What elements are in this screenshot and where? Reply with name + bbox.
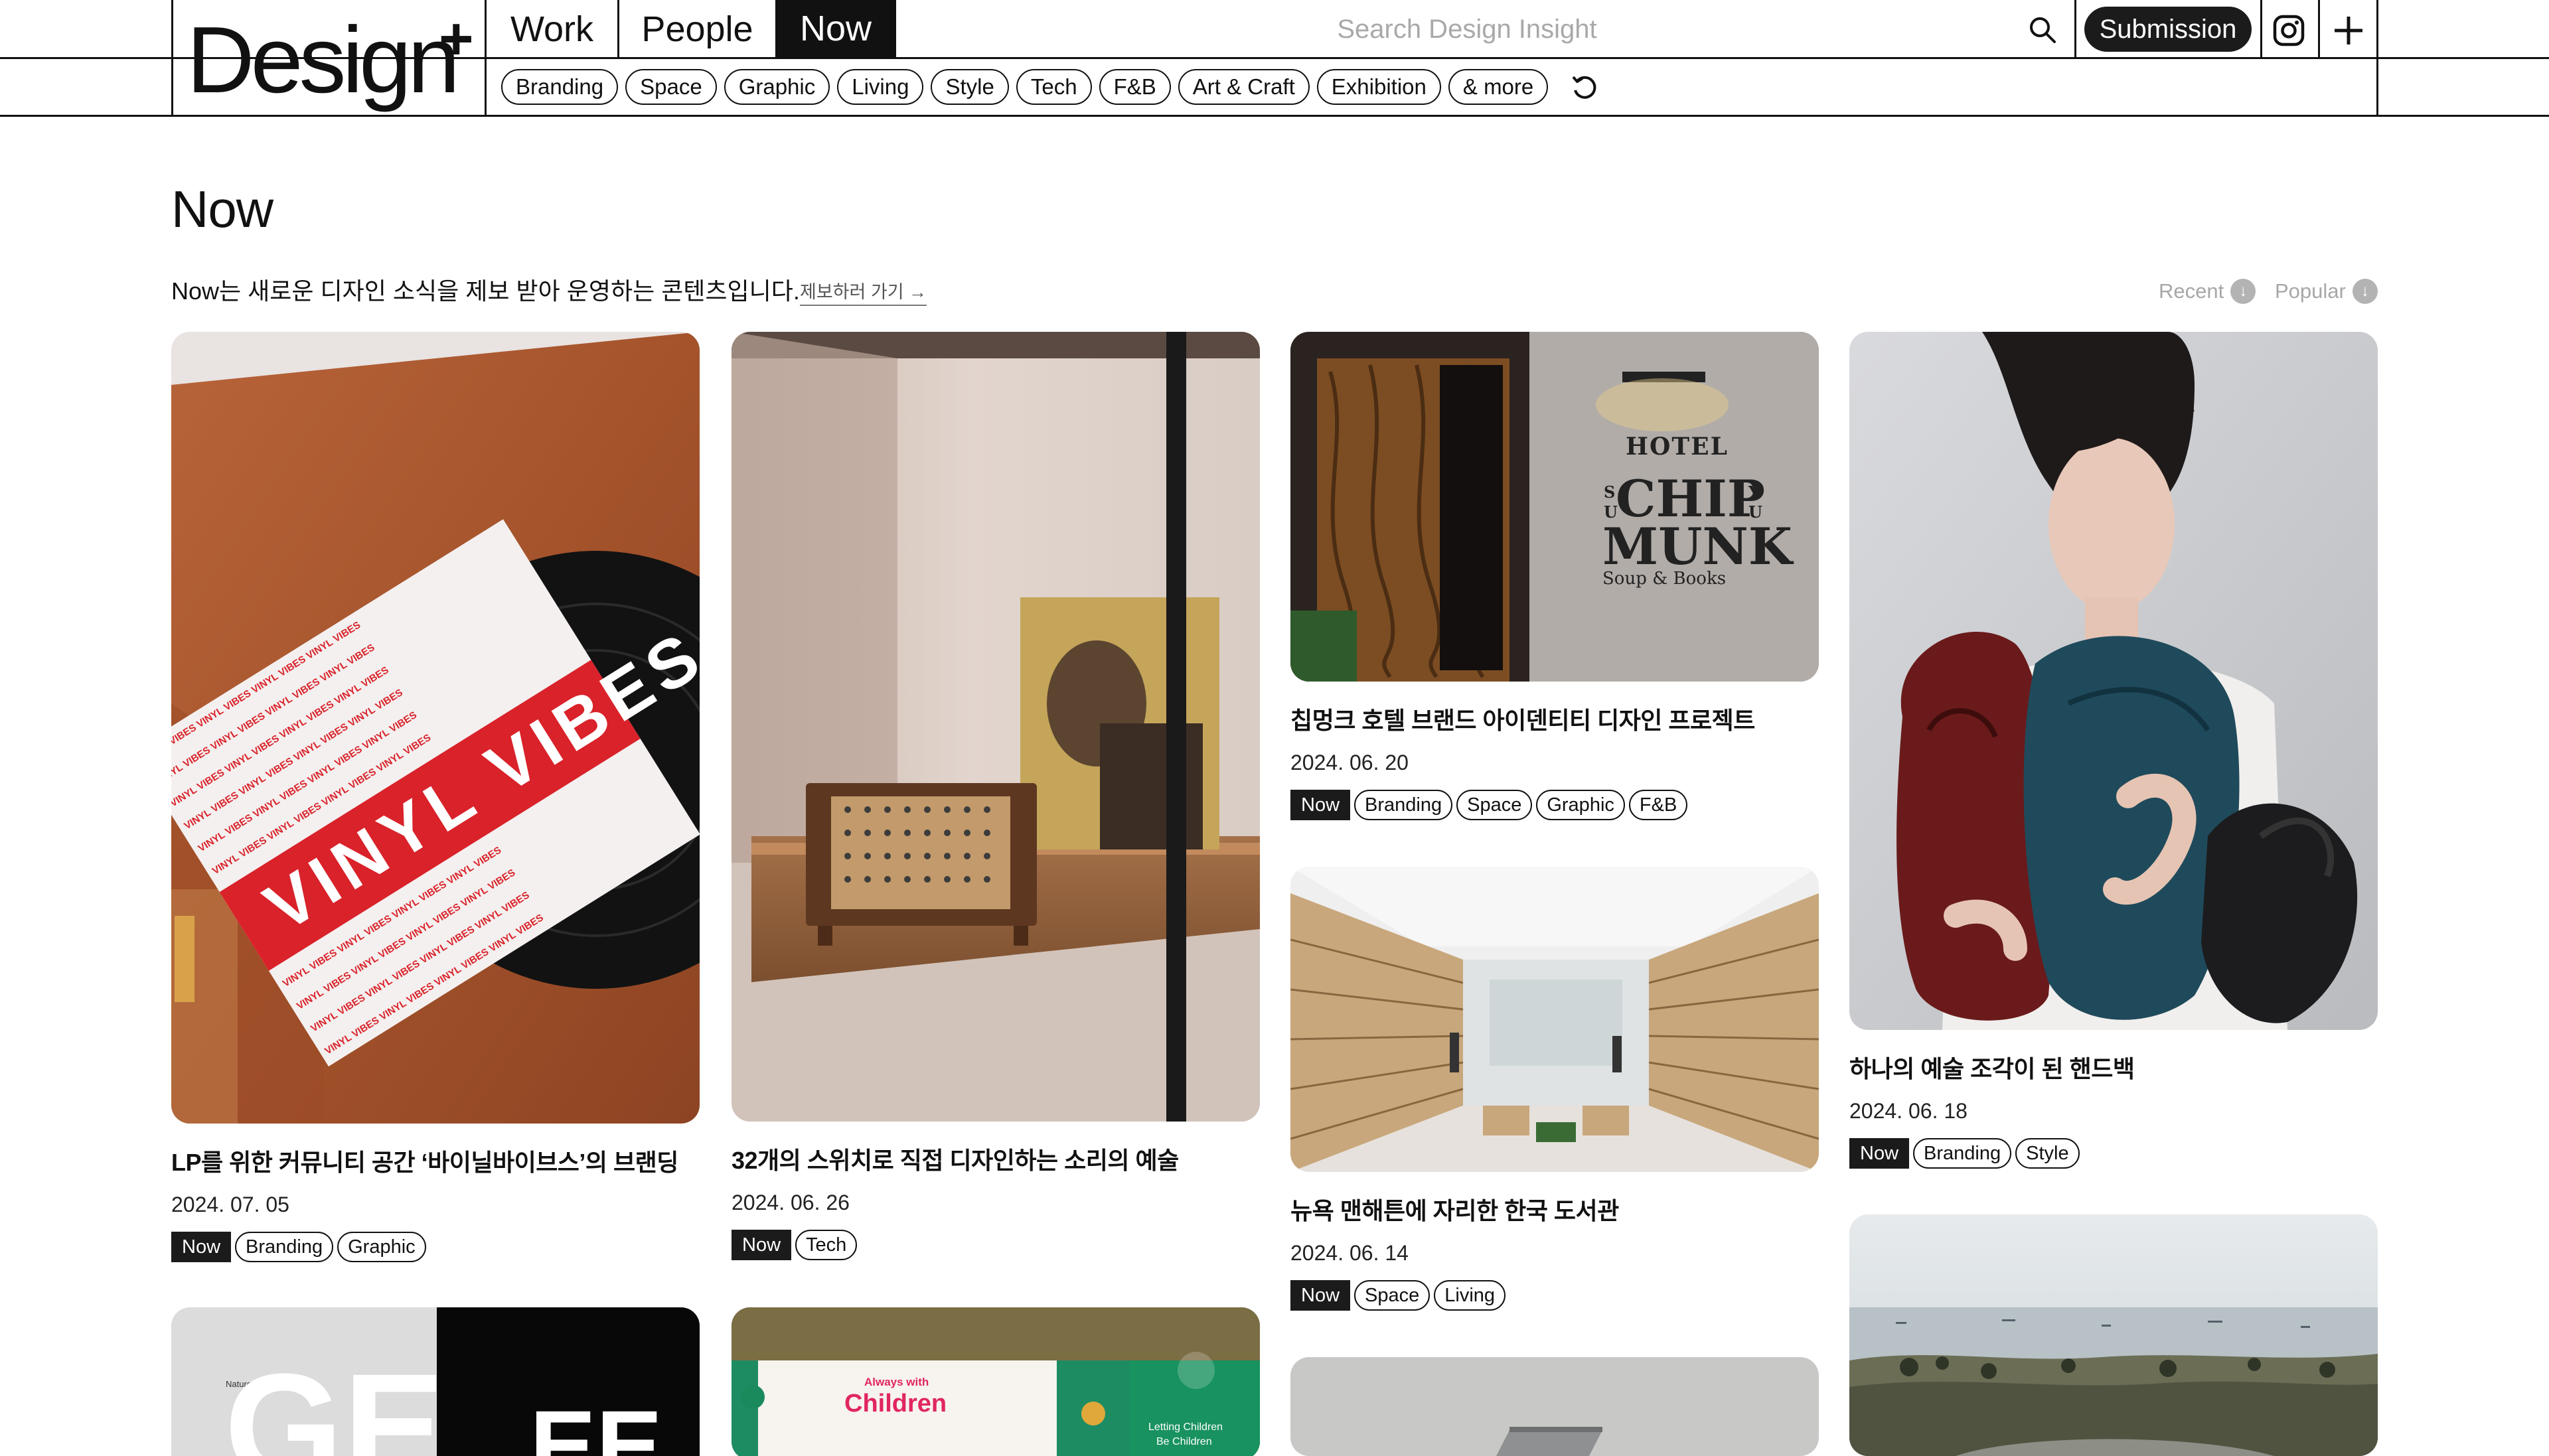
- nav-tab-people[interactable]: People: [619, 0, 775, 58]
- site-logo[interactable]: Design +: [183, 9, 475, 109]
- sort-recent[interactable]: Recent ↓: [2159, 279, 2256, 304]
- category-chip-exhibition[interactable]: Exhibition: [1316, 69, 1441, 105]
- submission-button[interactable]: Submission: [2084, 7, 2252, 52]
- article-tags: Now Tech: [732, 1230, 1260, 1260]
- article-title[interactable]: LP를 위한 커뮤니티 공간 ‘바이닐바이브스’의 브랜딩: [171, 1143, 700, 1178]
- article-card: Always with Children Letting Children Be…: [732, 1307, 1260, 1456]
- logo-plus: +: [439, 6, 474, 72]
- article-card: [1849, 1214, 2378, 1456]
- search-icon[interactable]: [2026, 13, 2059, 46]
- article-card: Nature field Urban field GE EE: [171, 1307, 700, 1456]
- tag-branding[interactable]: Branding: [1354, 790, 1453, 820]
- category-chip-fnb[interactable]: F&B: [1099, 69, 1171, 105]
- article-title[interactable]: 32개의 스위치로 직접 디자인하는 소리의 예술: [732, 1141, 1260, 1176]
- category-chip-graphic[interactable]: Graphic: [724, 69, 830, 105]
- plus-icon[interactable]: [2330, 12, 2367, 49]
- tag-graphic[interactable]: Graphic: [337, 1232, 426, 1262]
- logo-wordmark: Design: [187, 7, 460, 113]
- article-date: 2024. 06. 26: [732, 1191, 850, 1214]
- always-with-text: Always with: [864, 1376, 929, 1388]
- tag-tech[interactable]: Tech: [795, 1230, 858, 1260]
- article-title[interactable]: 칩멍크 호텔 브랜드 아이덴티티 디자인 프로젝트: [1290, 701, 1819, 736]
- sort-popular-label: Popular: [2275, 279, 2346, 303]
- article-card: [1290, 1357, 1819, 1456]
- tag-now[interactable]: Now: [732, 1230, 792, 1260]
- sort-recent-label: Recent: [2159, 279, 2224, 303]
- article-image-children[interactable]: Always with Children Letting Children Be…: [732, 1307, 1260, 1456]
- article-date: 2024. 06. 20: [1290, 751, 1409, 774]
- arrow-down-icon: ↓: [2230, 279, 2256, 304]
- tag-space[interactable]: Space: [1354, 1280, 1430, 1311]
- header-divider-bottom: [0, 115, 2549, 117]
- category-chip-tech[interactable]: Tech: [1016, 69, 1092, 105]
- sort-popular[interactable]: Popular ↓: [2275, 279, 2378, 304]
- graphic-letters-right: EE: [530, 1390, 662, 1456]
- article-image-object[interactable]: [1290, 1357, 1819, 1456]
- article-image-coast[interactable]: [1849, 1214, 2378, 1456]
- tag-fnb[interactable]: F&B: [1628, 790, 1688, 820]
- children-text: Children: [844, 1390, 947, 1418]
- tag-now[interactable]: Now: [1290, 790, 1351, 820]
- article-card: VINYL VIBES VINYL VIBES VINYL VIBES VINY…: [171, 332, 700, 1262]
- article-tags: Now Branding Graphic: [171, 1232, 700, 1262]
- graphic-letters-left: GE: [224, 1342, 445, 1456]
- article-title[interactable]: 뉴욕 맨해튼에 자리한 한국 도서관: [1290, 1192, 1819, 1226]
- tag-now[interactable]: Now: [1849, 1138, 1910, 1169]
- article-image-graphic[interactable]: Nature field Urban field GE EE: [171, 1307, 700, 1456]
- hotel-sign-munk: MUNK: [1602, 517, 1794, 576]
- article-image-hotel[interactable]: HOTEL S U CHIP Y U MUNK Soup & Books: [1290, 332, 1819, 682]
- hotel-sign-top: HOTEL: [1626, 433, 1729, 461]
- hotel-sign-s: S: [1604, 482, 1615, 502]
- category-chip-branding[interactable]: Branding: [501, 69, 619, 105]
- tag-graphic[interactable]: Graphic: [1536, 790, 1625, 820]
- header-divider: [2260, 0, 2262, 58]
- article-card: 하나의 예술 조각이 된 핸드백 2024. 06. 18 Now Brandi…: [1849, 332, 2378, 1169]
- header-divider: [2074, 0, 2076, 58]
- letting-children-text: Letting Children: [1148, 1421, 1223, 1433]
- article-tags: Now Branding Space Graphic F&B: [1290, 790, 1819, 820]
- instagram-icon[interactable]: [2270, 12, 2307, 49]
- tag-branding[interactable]: Branding: [1913, 1138, 2012, 1169]
- header-divider: [171, 0, 173, 117]
- article-date: 2024. 06. 18: [1849, 1099, 1968, 1123]
- category-chip-more[interactable]: & more: [1448, 69, 1549, 105]
- category-chip-living[interactable]: Living: [837, 69, 924, 105]
- article-card: 뉴욕 맨해튼에 자리한 한국 도서관 2024. 06. 14 Now Spac…: [1290, 867, 1819, 1311]
- nav-tab-work[interactable]: Work: [487, 0, 617, 58]
- refresh-icon[interactable]: [1567, 70, 1602, 104]
- article-date: 2024. 06. 14: [1290, 1241, 1409, 1265]
- page-intro: Now는 새로운 디자인 소식을 제보 받아 운영하는 콘텐츠입니다.: [171, 277, 800, 305]
- category-chip-style[interactable]: Style: [931, 69, 1009, 105]
- tag-now[interactable]: Now: [171, 1232, 232, 1262]
- article-image-handbag[interactable]: [1849, 332, 2378, 1030]
- article-tags: Now Space Living: [1290, 1280, 1819, 1311]
- page-title: Now: [171, 180, 273, 238]
- category-chip-space[interactable]: Space: [625, 69, 717, 105]
- tag-style[interactable]: Style: [2015, 1138, 2080, 1169]
- search-input[interactable]: [896, 5, 2038, 53]
- tag-space[interactable]: Space: [1456, 790, 1533, 820]
- article-image-vinyl[interactable]: VINYL VIBES VINYL VIBES VINYL VIBES VINY…: [171, 332, 700, 1124]
- arrow-down-icon: ↓: [2352, 279, 2378, 304]
- article-date: 2024. 07. 05: [171, 1193, 289, 1216]
- header-divider: [2376, 0, 2378, 117]
- article-card: 32개의 스위치로 직접 디자인하는 소리의 예술 2024. 06. 26 N…: [732, 332, 1260, 1260]
- tag-living[interactable]: Living: [1434, 1280, 1506, 1311]
- hotel-sign-y: Y: [1748, 482, 1760, 502]
- header-divider: [2318, 0, 2320, 58]
- submit-news-link[interactable]: 제보하러 가기 →: [800, 277, 927, 306]
- article-image-library[interactable]: [1290, 867, 1819, 1172]
- site-header: Design + Work People Now Submission Bran…: [0, 0, 2549, 117]
- hotel-sign-sub: Soup & Books: [1602, 569, 1726, 589]
- be-children-text: Be Children: [1156, 1436, 1212, 1447]
- tag-now[interactable]: Now: [1290, 1280, 1351, 1311]
- category-filter: Branding Space Graphic Living Style Tech…: [501, 69, 1602, 105]
- nav-tab-now[interactable]: Now: [775, 0, 896, 57]
- category-chip-art-craft[interactable]: Art & Craft: [1178, 69, 1310, 105]
- tag-branding[interactable]: Branding: [235, 1232, 334, 1262]
- article-image-switches[interactable]: [732, 332, 1260, 1122]
- article-tags: Now Branding Style: [1849, 1138, 2378, 1169]
- article-card: HOTEL S U CHIP Y U MUNK Soup & Books 칩멍크…: [1290, 332, 1819, 820]
- article-title[interactable]: 하나의 예술 조각이 된 핸드백: [1849, 1050, 2378, 1084]
